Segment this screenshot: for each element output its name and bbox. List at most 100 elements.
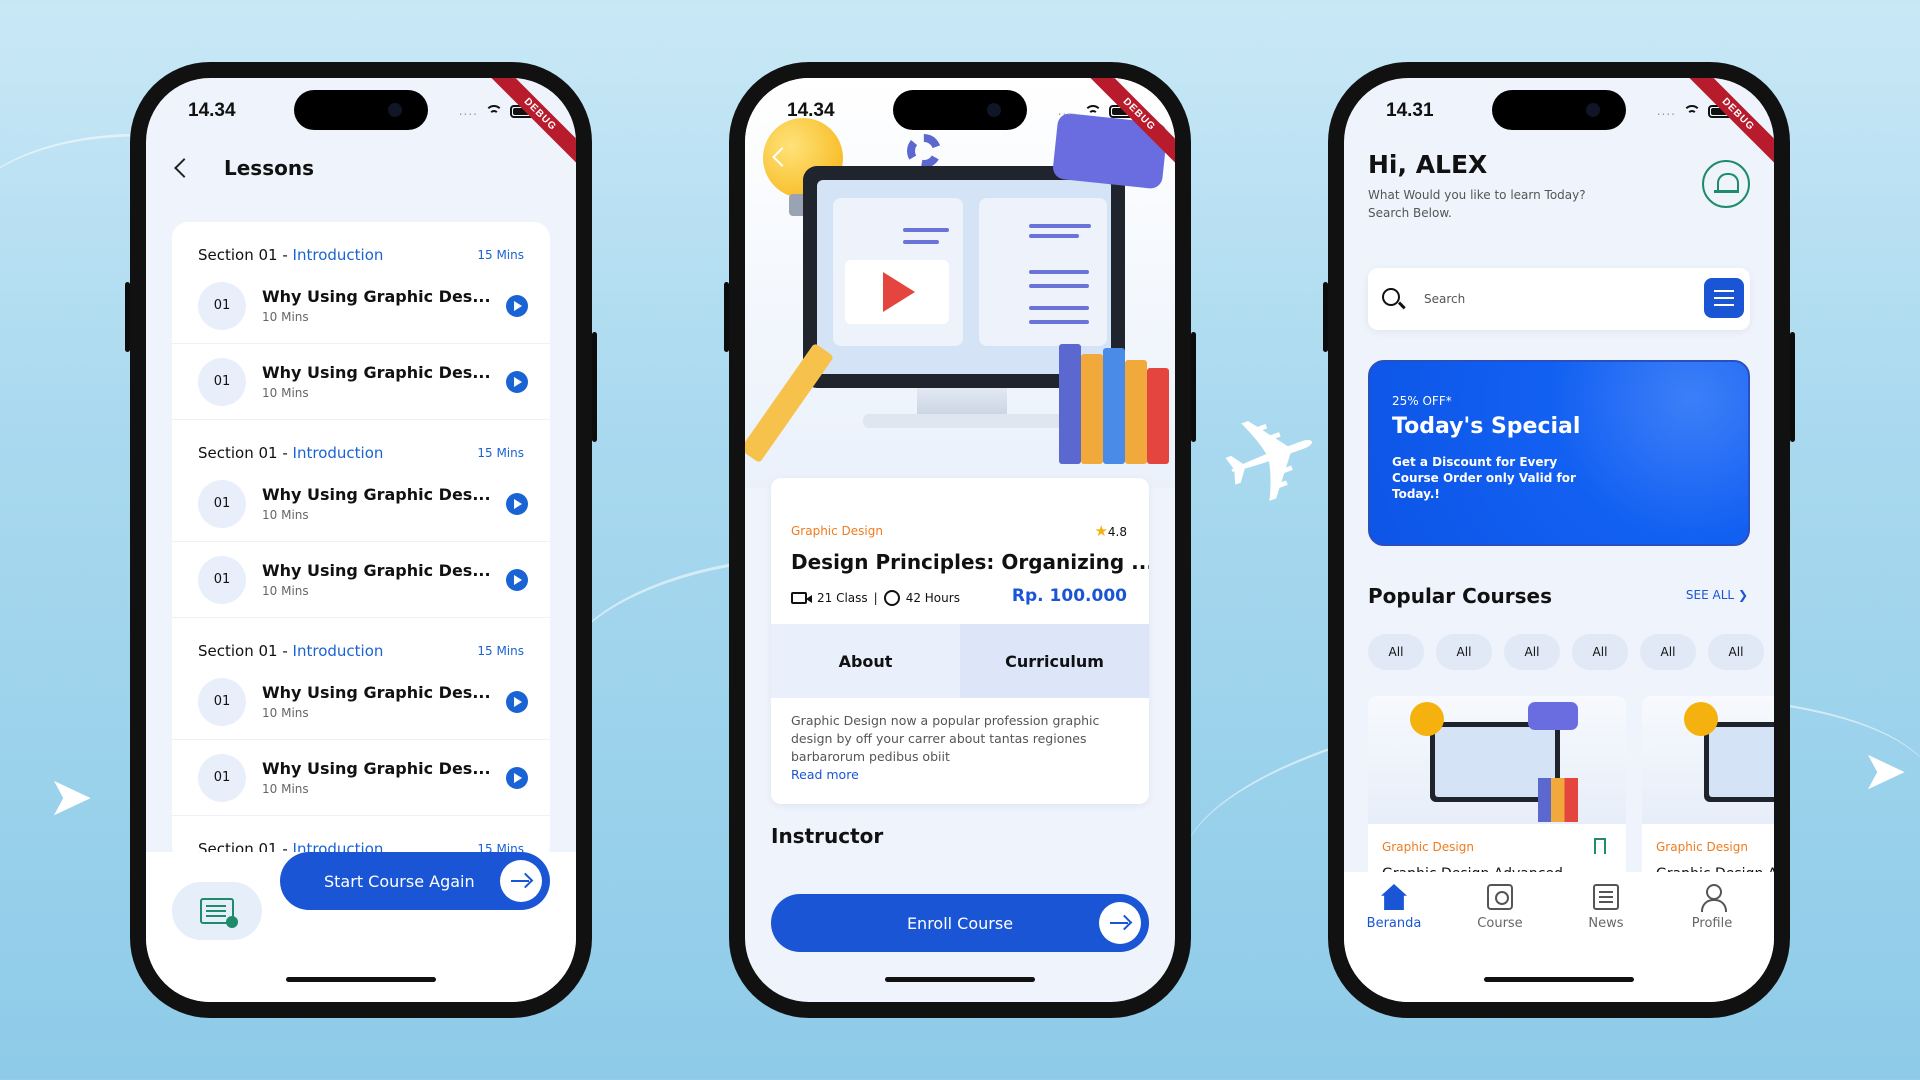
lesson-row[interactable]: 01 Why Using Graphic Des... 10 Mins	[172, 268, 550, 344]
section-label: Section 01	[198, 246, 278, 264]
bottom-navigation: Beranda Course News Profile	[1344, 872, 1774, 1002]
play-icon[interactable]	[506, 690, 528, 713]
lesson-number: 01	[198, 281, 246, 330]
chip-all[interactable]: All	[1504, 634, 1560, 670]
lesson-duration: 10 Mins	[262, 310, 309, 324]
play-icon[interactable]	[506, 492, 528, 515]
bird-icon: ➤	[1862, 739, 1908, 802]
search-input[interactable]: Search	[1424, 292, 1465, 306]
lesson-title: Why Using Graphic Des...	[262, 363, 491, 382]
section-name: Introduction	[292, 246, 384, 264]
nav-label: Beranda	[1366, 916, 1422, 931]
lesson-row[interactable]: 01 Why Using Graphic Des... 10 Mins	[172, 344, 550, 420]
dynamic-island	[893, 90, 1027, 130]
lesson-title: Why Using Graphic Des...	[262, 683, 491, 702]
see-all-link[interactable]: SEE ALL ❯	[1686, 588, 1748, 602]
home-indicator	[1484, 977, 1634, 982]
nav-profile[interactable]: Profile	[1662, 884, 1762, 931]
popular-courses-title: Popular Courses	[1368, 584, 1553, 608]
chip-all[interactable]: All	[1708, 634, 1764, 670]
nav-course[interactable]: Course	[1450, 884, 1550, 931]
phone-home: 14.31 .... DEBUG Hi, ALEX What Would you…	[1323, 62, 1795, 1018]
signal-icon: ....	[1057, 104, 1077, 118]
greeting: Hi, ALEX	[1368, 150, 1488, 179]
nav-beranda[interactable]: Beranda	[1344, 884, 1444, 931]
chip-all[interactable]: All	[1640, 634, 1696, 670]
start-course-again-button[interactable]: Start Course Again	[280, 852, 550, 910]
course-title: Design Principles: Organizing ...	[791, 550, 1149, 574]
news-icon	[1593, 884, 1619, 910]
play-icon[interactable]	[506, 766, 528, 789]
status-time: 14.31	[1386, 100, 1434, 121]
arrow-right-icon	[500, 860, 542, 902]
video-play-illustration	[845, 260, 949, 324]
dynamic-island	[1492, 90, 1626, 130]
category-chips: All All All All All All	[1368, 634, 1764, 670]
course-thumbnail	[1368, 696, 1626, 824]
wifi-icon	[1683, 104, 1701, 118]
greeting-subtitle: What Would you like to learn Today? Sear…	[1368, 188, 1586, 220]
home-icon	[1381, 884, 1407, 910]
read-more-link[interactable]: Read more	[791, 766, 1129, 784]
bookmark-icon[interactable]	[1594, 838, 1606, 854]
profile-icon	[1699, 884, 1727, 912]
lesson-duration: 10 Mins	[262, 782, 309, 796]
certificate-button[interactable]	[172, 882, 262, 940]
search-bar[interactable]: Search	[1368, 268, 1750, 330]
section-label: Section 01	[198, 642, 278, 660]
tab-about[interactable]: About	[771, 624, 960, 698]
bell-icon[interactable]	[1702, 160, 1750, 208]
lesson-duration: 10 Mins	[262, 584, 309, 598]
section-label: Section 01	[198, 444, 278, 462]
course-card[interactable]: Graphic Design Graphic Design Advanced	[1368, 696, 1626, 886]
course-icon	[1487, 884, 1513, 910]
chevron-right-icon: ❯	[1737, 588, 1748, 602]
airplane-icon: ✈	[1201, 377, 1344, 543]
search-icon	[1382, 288, 1400, 306]
course-tabs: About Curriculum	[771, 624, 1149, 698]
lesson-number: 01	[198, 555, 246, 604]
tab-curriculum[interactable]: Curriculum	[960, 624, 1149, 698]
dynamic-island	[294, 90, 428, 130]
chip-all[interactable]: All	[1436, 634, 1492, 670]
status-time: 14.34	[188, 100, 236, 121]
section-sep: -	[277, 246, 293, 264]
course-rating: ★4.8	[1094, 522, 1127, 540]
wifi-icon	[485, 104, 503, 118]
phone-course-detail: 14.34 .... DEBUG Graphic Design ★4.8 Des…	[724, 62, 1196, 1018]
chip-all[interactable]: All	[1572, 634, 1628, 670]
course-description: Graphic Design now a popular profession …	[791, 712, 1129, 784]
section-duration: 15 Mins	[477, 248, 524, 262]
course-card[interactable]: Graphic Design Graphic Design Advanced	[1642, 696, 1774, 886]
lesson-row[interactable]: 01 Why Using Graphic Des... 10 Mins	[172, 664, 550, 740]
course-card-category: Graphic Design	[1382, 840, 1474, 854]
signal-icon: ....	[1656, 104, 1676, 118]
lesson-duration: 10 Mins	[262, 706, 309, 720]
lesson-duration: 10 Mins	[262, 508, 309, 522]
lessons-screen: 14.34 .... DEBUG Lessons Section 01 - In…	[146, 78, 576, 1002]
course-info-card: Graphic Design ★4.8 Design Principles: O…	[771, 478, 1149, 804]
promo-description: Get a Discount for Every Course Order on…	[1392, 455, 1576, 501]
rating-value: 4.8	[1107, 525, 1127, 539]
back-arrow-icon[interactable]	[170, 156, 194, 180]
chip-all[interactable]: All	[1368, 634, 1424, 670]
arrow-right-icon	[1099, 902, 1141, 944]
video-camera-icon	[791, 592, 812, 604]
section-header: Section 01 - Introduction 15 Mins	[172, 222, 550, 268]
lessons-header: Lessons	[170, 156, 314, 180]
nav-news[interactable]: News	[1556, 884, 1656, 931]
play-icon[interactable]	[506, 568, 528, 591]
lesson-row[interactable]: 01 Why Using Graphic Des... 10 Mins	[172, 466, 550, 542]
promo-banner[interactable]: 25% OFF* Today's Special Get a Discount …	[1368, 360, 1750, 546]
play-icon[interactable]	[506, 370, 528, 393]
filter-icon[interactable]	[1704, 278, 1744, 318]
lesson-title: Why Using Graphic Des...	[262, 561, 491, 580]
lesson-number: 01	[198, 753, 246, 802]
lesson-number: 01	[198, 357, 246, 406]
lesson-row[interactable]: 01 Why Using Graphic Des... 10 Mins	[172, 740, 550, 816]
enroll-course-button[interactable]: Enroll Course	[771, 894, 1149, 952]
play-icon[interactable]	[506, 294, 528, 317]
lesson-duration: 10 Mins	[262, 386, 309, 400]
lesson-row[interactable]: 01 Why Using Graphic Des... 10 Mins	[172, 542, 550, 618]
section-sep: -	[277, 642, 293, 660]
